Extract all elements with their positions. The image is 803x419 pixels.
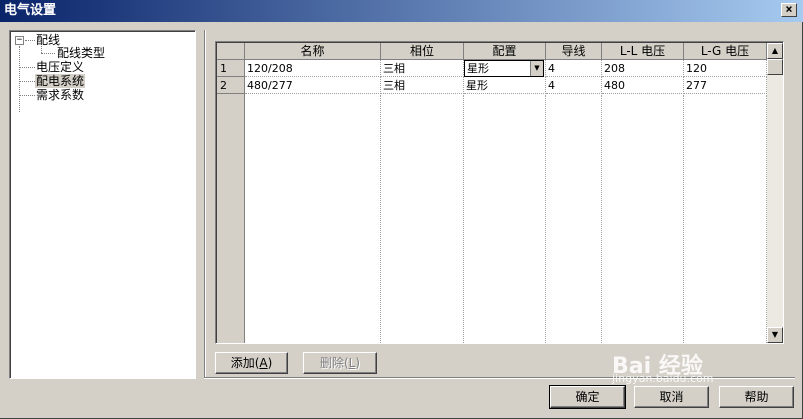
table-cell-wires[interactable]: 4 <box>546 60 602 77</box>
table-cell-phase[interactable]: 三相 <box>381 60 464 77</box>
scroll-up-icon[interactable]: ▲ <box>767 43 783 59</box>
configuration-dropdown[interactable]: 星形 ▼ <box>464 60 544 77</box>
column-header-ll-voltage[interactable]: L-L 电压 <box>602 43 684 60</box>
delete-button-accesskey: L <box>348 356 356 370</box>
tree-connector-line <box>19 46 20 112</box>
table-cell-name[interactable]: 480/277 <box>245 77 381 94</box>
help-button[interactable]: 帮助 <box>719 386 794 408</box>
tree-connector-line <box>20 95 35 96</box>
column-header-name[interactable]: 名称 <box>245 43 381 60</box>
column-divider <box>463 95 464 343</box>
table-cell-lg-voltage[interactable]: 120 <box>684 60 767 77</box>
scroll-down-icon[interactable]: ▼ <box>767 327 783 343</box>
tree-connector-line <box>20 81 35 82</box>
close-icon[interactable]: × <box>781 3 797 17</box>
tree-connector-line <box>20 67 35 68</box>
column-header-configuration[interactable]: 配置 <box>464 43 546 60</box>
column-header-phase[interactable]: 相位 <box>381 43 464 60</box>
tree-connector-line <box>41 46 42 53</box>
electrical-settings-dialog: 电气设置 × − 配线 配线类型 电压定义 配电系统 需求系数 名称 相位 配置… <box>0 0 803 419</box>
column-divider <box>380 95 381 343</box>
cancel-button[interactable]: 取消 <box>634 386 709 408</box>
tree-item-demand-factors[interactable]: 需求系数 <box>35 88 85 102</box>
row-header[interactable]: 2 <box>217 77 245 94</box>
column-divider <box>601 95 602 343</box>
chevron-down-icon[interactable]: ▼ <box>530 61 543 76</box>
add-button[interactable]: 添加(A) <box>215 352 288 374</box>
tree-item-voltage-definitions[interactable]: 电压定义 <box>35 60 85 74</box>
tree-connector-line <box>41 53 55 54</box>
watermark-url: jingyan.baidu.com <box>612 372 714 385</box>
table-cell-ll-voltage[interactable]: 208 <box>602 60 684 77</box>
scrollbar-thumb[interactable] <box>767 59 783 75</box>
tree-connector-line <box>25 40 35 41</box>
column-divider <box>545 95 546 343</box>
add-button-accesskey: A <box>259 356 268 370</box>
tree-item-wiring-types[interactable]: 配线类型 <box>56 46 106 60</box>
title-bar[interactable]: 电气设置 × <box>0 0 803 22</box>
column-header-lg-voltage[interactable]: L-G 电压 <box>684 43 767 60</box>
column-divider <box>683 95 684 343</box>
ok-button[interactable]: 确定 <box>549 385 626 409</box>
column-header-wires[interactable]: 导线 <box>546 43 602 60</box>
table-cell-lg-voltage[interactable]: 277 <box>684 77 767 94</box>
delete-button[interactable]: 删除(L) <box>303 352 377 374</box>
dialog-title: 电气设置 <box>4 3 57 18</box>
table-cell-name[interactable]: 120/208 <box>245 60 381 77</box>
table-cell-phase[interactable]: 三相 <box>381 77 464 94</box>
add-button-label: 添加 <box>230 356 255 370</box>
grid-corner <box>217 43 245 60</box>
collapse-icon[interactable]: − <box>15 36 24 45</box>
configuration-dropdown-value: 星形 <box>467 62 489 75</box>
delete-button-label: 删除 <box>319 356 344 370</box>
row-header[interactable]: 1 <box>217 60 245 77</box>
settings-tree[interactable]: − 配线 配线类型 电压定义 配电系统 需求系数 <box>9 30 196 379</box>
table-cell-configuration[interactable]: 星形 ▼ <box>464 60 546 77</box>
table-cell-configuration[interactable]: 星形 <box>464 77 546 94</box>
distribution-systems-grid[interactable]: 名称 相位 配置 导线 L-L 电压 L-G 电压 1 120/208 三相 星… <box>215 41 784 344</box>
tree-item-wiring[interactable]: 配线 <box>35 33 61 47</box>
table-cell-ll-voltage[interactable]: 480 <box>602 77 684 94</box>
panel-separator <box>204 30 206 378</box>
table-cell-wires[interactable]: 4 <box>546 77 602 94</box>
tree-item-distribution-systems[interactable]: 配电系统 <box>35 74 86 88</box>
vertical-scrollbar[interactable]: ▲ ▼ <box>767 43 783 343</box>
